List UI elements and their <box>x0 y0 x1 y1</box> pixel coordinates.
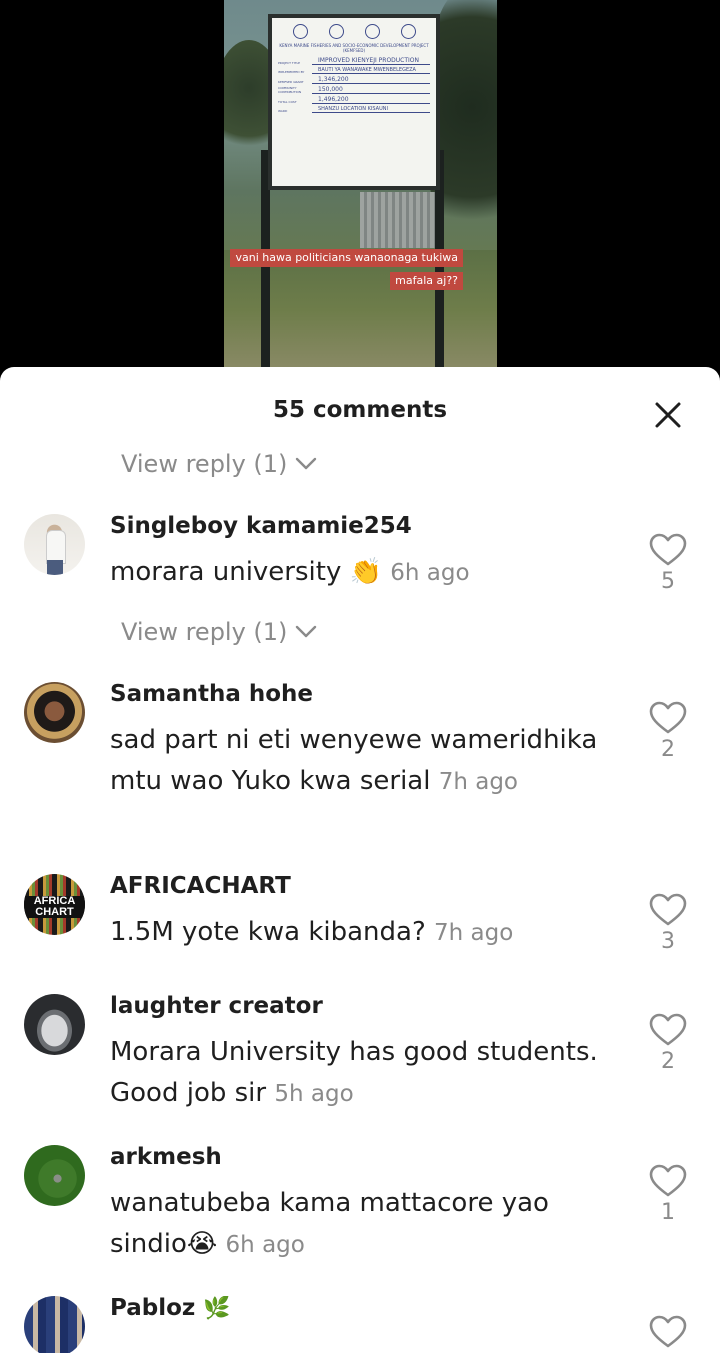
signboard-value: 150,000 <box>312 86 430 94</box>
avatar[interactable]: AFRICA CHART <box>24 874 85 935</box>
avatar[interactable] <box>24 1145 85 1206</box>
signboard-key: IMPLEMENTED BY <box>278 70 305 74</box>
signboard-project-name: KENYA MARINE FISHERIES AND SOCIO-ECONOMI… <box>279 43 429 53</box>
chevron-down-icon <box>296 625 317 638</box>
avatar[interactable] <box>24 682 85 743</box>
signboard-key: KEMFSED GRANT <box>278 80 304 84</box>
signboard-key: WARD <box>278 109 288 113</box>
signboard-value: SHANZU LOCATION KISAUNI <box>312 106 430 113</box>
comment-username[interactable]: laughter creator <box>110 993 323 1019</box>
like-count: 5 <box>661 569 675 594</box>
signboard-row: IMPLEMENTED BY BAUTI YA WANAWAKE MWENBEL… <box>278 67 430 74</box>
herb-emoji: 🌿 <box>203 1296 231 1321</box>
comment-time: 5h ago <box>274 1081 354 1107</box>
ministry-logo-icon <box>364 24 380 39</box>
heart-icon <box>649 1164 687 1197</box>
chevron-down-icon <box>296 457 317 470</box>
signboard-row: TOTAL COST 1,496,200 <box>278 96 430 104</box>
video-caption: vani hawa politicians wanaonaga tukiwa m… <box>224 246 463 292</box>
clapping-emoji: 👏 <box>349 557 382 587</box>
signboard-value: BAUTI YA WANAWAKE MWENBELEGEZA <box>312 67 430 74</box>
signboard-key: PROJECT TITLE <box>278 61 301 65</box>
signboard-row: WARD SHANZU LOCATION KISAUNI <box>278 106 430 113</box>
caption-line-1: vani hawa politicians wanaonaga tukiwa <box>230 249 463 267</box>
signboard-value: 1,496,200 <box>312 96 430 104</box>
like-button[interactable]: 5 <box>648 533 688 594</box>
project-signboard: KENYA MARINE FISHERIES AND SOCIO-ECONOMI… <box>268 14 440 190</box>
comment-username[interactable]: AFRICACHART <box>110 873 291 899</box>
comments-count-title: 55 comments <box>272 397 448 423</box>
username-text: Pabloz <box>110 1296 196 1321</box>
view-reply-button[interactable]: View reply (1) <box>121 618 317 646</box>
avatar[interactable] <box>24 994 85 1055</box>
like-count: 2 <box>661 737 675 762</box>
view-reply-label: View reply (1) <box>121 618 288 646</box>
crying-emoji: 😭 <box>186 1229 218 1259</box>
comment-username[interactable]: Samantha hohe <box>110 681 313 707</box>
comment-time: 7h ago <box>434 920 514 946</box>
comment-time: 6h ago <box>390 560 470 586</box>
comment-body: 1.5M yote kwa kibanda? <box>110 917 426 947</box>
comment-text: Morara University has good students. Goo… <box>110 1032 610 1115</box>
avatar[interactable] <box>24 1296 85 1353</box>
comment-text: morara university 👏 6h ago <box>110 552 610 594</box>
like-count: 1 <box>661 1200 675 1225</box>
comment-item: Pabloz 🌿 <box>0 1296 720 1353</box>
comment-body: sad part ni eti wenyewe wameridhika mtu … <box>110 725 598 796</box>
comment-body: morara university <box>110 557 342 587</box>
comment-text: sad part ni eti wenyewe wameridhika mtu … <box>110 720 610 803</box>
comment-time: 7h ago <box>438 769 519 795</box>
like-button[interactable]: 3 <box>648 893 688 954</box>
comment-username[interactable]: arkmesh <box>110 1144 222 1170</box>
close-icon <box>655 402 681 428</box>
coat-of-arms-icon <box>292 24 308 39</box>
iron-shed <box>360 192 436 248</box>
like-count: 2 <box>661 1049 675 1074</box>
video-player[interactable]: KENYA MARINE FISHERIES AND SOCIO-ECONOMI… <box>224 0 497 368</box>
comment-username[interactable]: Pabloz 🌿 <box>110 1296 231 1321</box>
comment-time: 6h ago <box>225 1232 305 1258</box>
like-button[interactable]: 2 <box>648 1013 688 1074</box>
signboard-value: IMPROVED KIENYEJI PRODUCTION <box>312 57 430 65</box>
agency-seal-icon <box>328 24 344 39</box>
heart-icon <box>649 533 687 566</box>
like-button[interactable] <box>648 1315 688 1353</box>
view-reply-button[interactable]: View reply (1) <box>121 450 317 478</box>
heart-icon <box>649 1013 687 1046</box>
signboard-logos <box>282 24 426 39</box>
view-reply-label: View reply (1) <box>121 450 288 478</box>
heart-icon <box>649 1315 687 1348</box>
comment-text: 1.5M yote kwa kibanda? 7h ago <box>110 912 610 954</box>
close-button[interactable] <box>654 401 682 429</box>
signboard-value: 1,346,200 <box>312 76 430 84</box>
signboard-row: PROJECT TITLE IMPROVED KIENYEJI PRODUCTI… <box>278 57 430 65</box>
comment-body: wanatubeba kama mattacore yao sindio <box>110 1188 549 1259</box>
signboard-key: TOTAL COST <box>278 100 297 104</box>
comment-username[interactable]: Singleboy kamamie254 <box>110 513 412 539</box>
heart-icon <box>649 701 687 734</box>
signboard-row: COMMUNITY CONTRIBUTION 150,000 <box>278 86 430 94</box>
signboard-key: COMMUNITY CONTRIBUTION <box>278 86 302 94</box>
avatar[interactable] <box>24 514 85 575</box>
comment-body: Morara University has good students. Goo… <box>110 1037 598 1108</box>
county-logo-icon <box>400 24 416 39</box>
heart-icon <box>649 893 687 926</box>
signboard-row: KEMFSED GRANT 1,346,200 <box>278 76 430 84</box>
like-button[interactable]: 1 <box>648 1164 688 1225</box>
caption-line-2: mafala aj?? <box>390 272 463 290</box>
like-count: 3 <box>661 929 675 954</box>
like-button[interactable]: 2 <box>648 701 688 762</box>
comment-text: wanatubeba kama mattacore yao sindio😭 6h… <box>110 1183 610 1266</box>
